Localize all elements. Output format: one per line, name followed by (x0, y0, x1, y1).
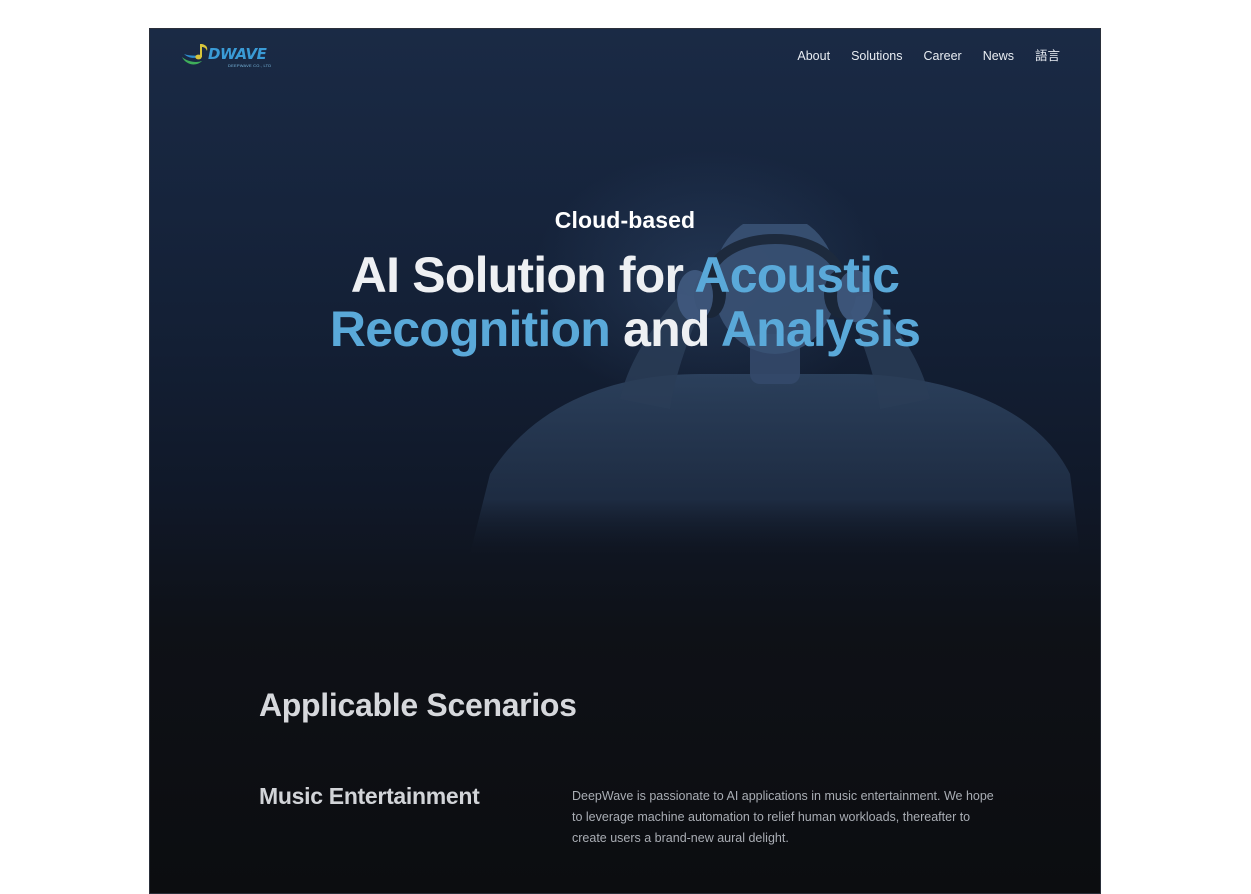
brand-tagline: DEEPWAVE CO., LTD (228, 63, 272, 68)
hero-title-accent-recognition: Recognition (329, 301, 611, 357)
top-navigation: DWAVE DEEPWAVE CO., LTD About Solutions … (150, 29, 1100, 85)
nav-item-language[interactable]: 語言 (1035, 48, 1060, 64)
hero-title-accent-acoustic: Acoustic (694, 247, 900, 303)
hero-title-part2: and (609, 301, 721, 357)
section-title: Applicable Scenarios (259, 687, 577, 723)
scenario-heading: Music Entertainment (259, 783, 480, 809)
nav-item-solutions[interactable]: Solutions (851, 48, 902, 64)
hero-kicker: Cloud-based (554, 207, 696, 233)
hero-section: Cloud-based AI Solution for Acoustic Rec… (150, 207, 1100, 356)
nav-item-about[interactable]: About (797, 48, 830, 64)
hero-title-accent-analysis: Analysis (720, 301, 921, 357)
brand-name: DWAVE (208, 45, 267, 63)
hero-title-part1: AI Solution for (350, 247, 695, 303)
scenario-description: DeepWave is passionate to AI application… (572, 789, 994, 845)
nav-item-news[interactable]: News (983, 48, 1014, 64)
brand-logo[interactable]: DWAVE DEEPWAVE CO., LTD (180, 41, 272, 69)
music-note-logo-icon (182, 44, 208, 65)
hero-title: AI Solution for Acoustic Recognition and… (150, 248, 1100, 356)
main-menu: About Solutions Career News 語言 (797, 48, 1060, 64)
landing-page: DWAVE DEEPWAVE CO., LTD About Solutions … (149, 28, 1101, 894)
nav-item-career[interactable]: Career (924, 48, 962, 64)
